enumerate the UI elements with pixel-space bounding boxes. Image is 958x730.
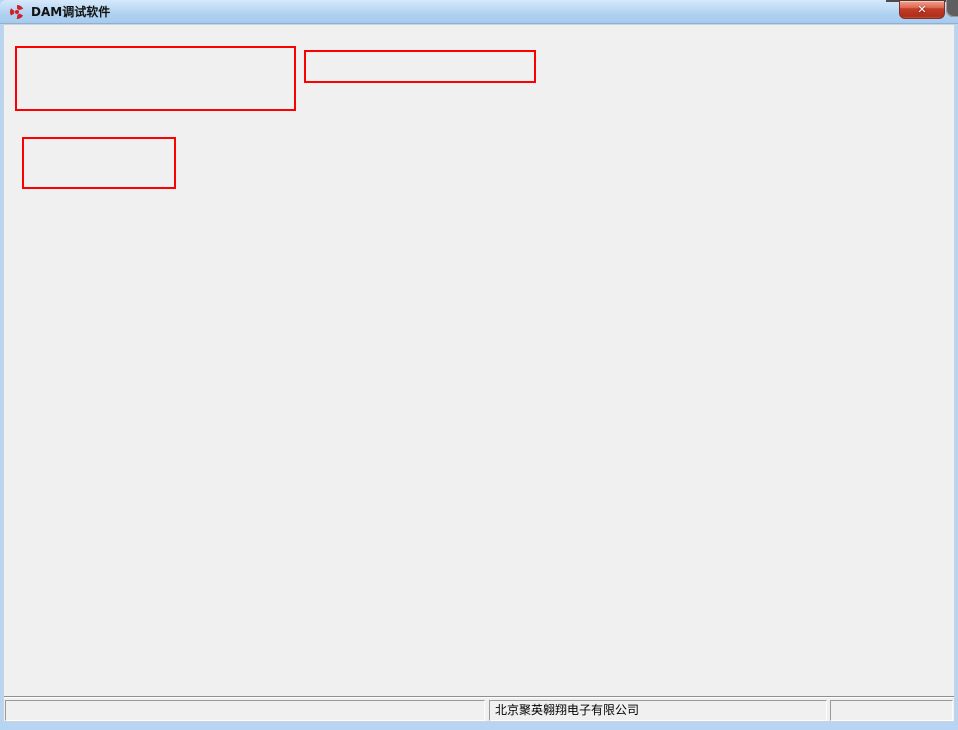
app-logo-icon bbox=[9, 4, 25, 20]
close-button[interactable]: ✕ bbox=[899, 0, 945, 19]
client-area bbox=[3, 24, 955, 722]
statusbar-divider bbox=[4, 696, 954, 698]
window-title: DAM调试软件 bbox=[31, 3, 110, 20]
window-frame-left bbox=[0, 24, 3, 730]
titlebar: DAM调试软件 bbox=[0, 0, 958, 24]
app-window: 选择设备 DAM调试软件 ✕ 串口设定 串 口 COM1 波特率 9600 设备… bbox=[0, 0, 958, 730]
window-frame-bottom bbox=[0, 722, 958, 730]
background-window-corner bbox=[946, 0, 958, 17]
statusbar-pane-left bbox=[5, 700, 485, 721]
statusbar-pane-company: 北京聚英翱翔电子有限公司 bbox=[489, 700, 827, 721]
company-label: 北京聚英翱翔电子有限公司 bbox=[495, 703, 639, 717]
statusbar-pane-right bbox=[830, 700, 953, 721]
